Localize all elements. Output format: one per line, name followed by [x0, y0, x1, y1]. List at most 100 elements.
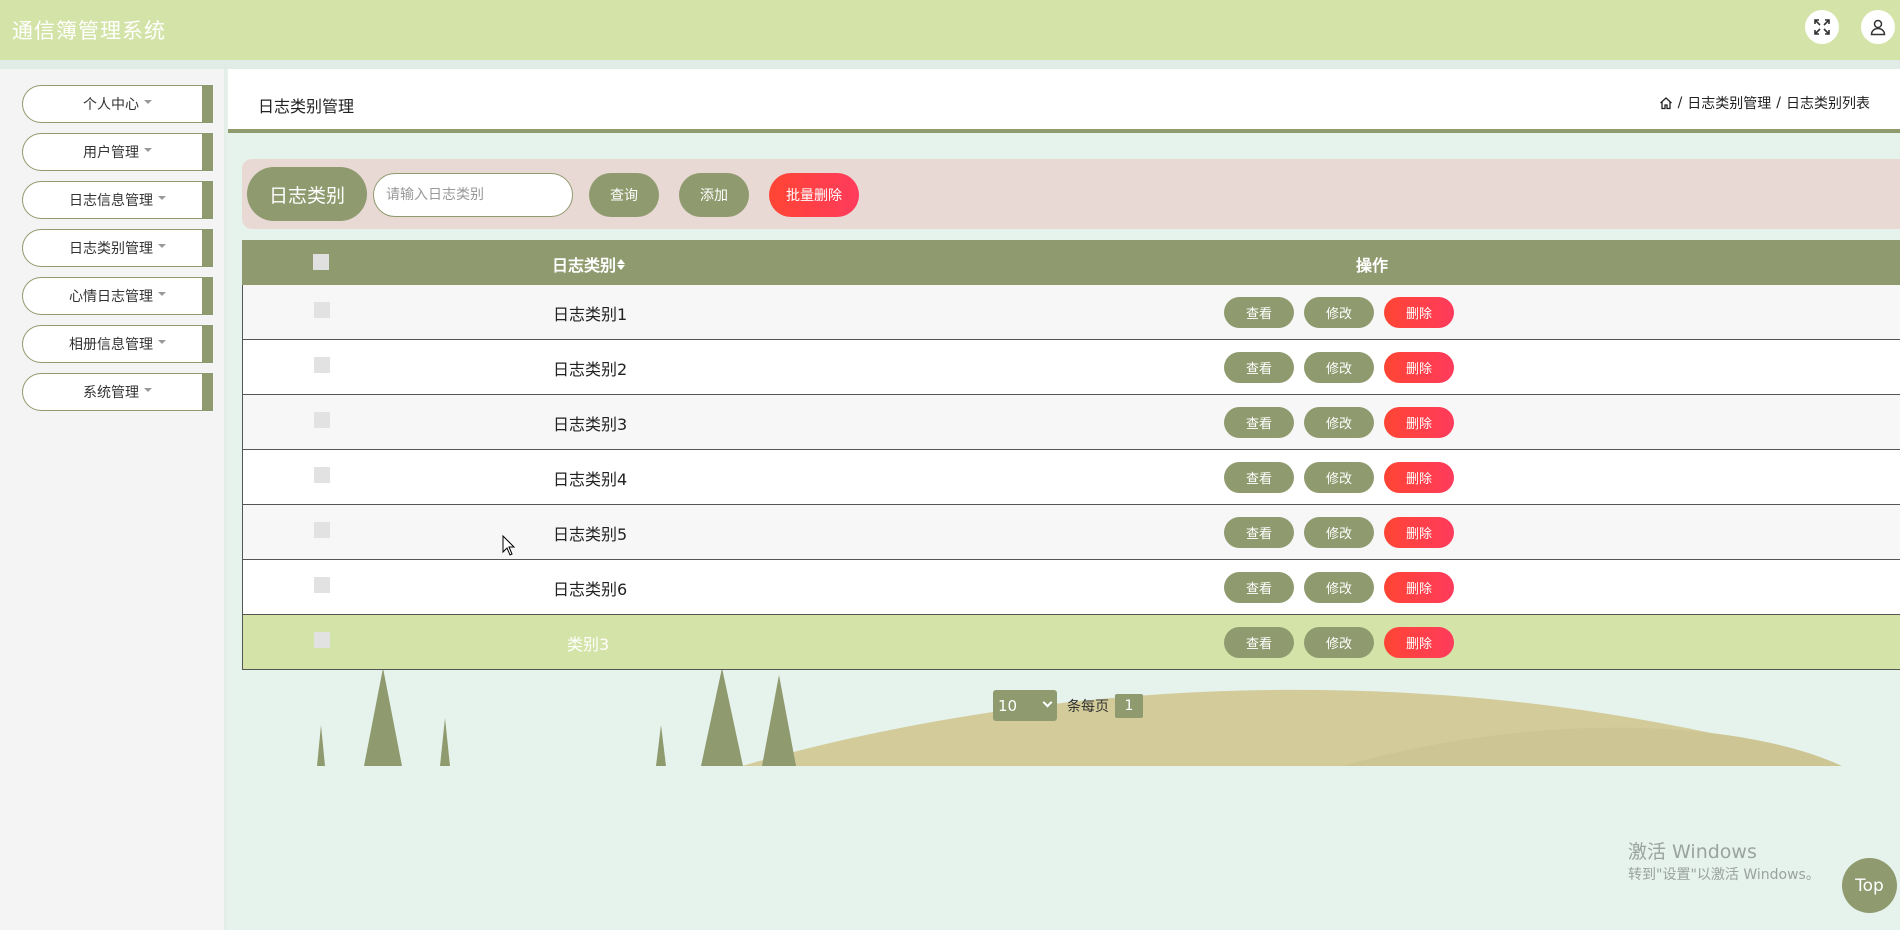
edit-button[interactable]: 修改: [1304, 572, 1374, 603]
delete-button[interactable]: 删除: [1384, 407, 1454, 438]
sidebar-item-log-category[interactable]: 日志类别管理: [22, 229, 213, 267]
caret-down-icon: [158, 244, 166, 248]
edit-button[interactable]: 修改: [1304, 627, 1374, 658]
sidebar-item-label: 日志信息管理: [69, 193, 153, 209]
category-name-cell: 日志类别4: [553, 470, 628, 489]
table-row: 日志类别4 查看 修改 删除: [242, 450, 1900, 505]
page-size-value: 10: [998, 696, 1018, 715]
delete-button[interactable]: 删除: [1384, 297, 1454, 328]
sidebar-item-log-info[interactable]: 日志信息管理: [22, 181, 213, 219]
add-button[interactable]: 添加: [679, 173, 749, 217]
search-label: 日志类别: [247, 167, 367, 221]
row-checkbox[interactable]: [314, 467, 330, 483]
query-button[interactable]: 查询: [589, 173, 659, 217]
delete-button[interactable]: 删除: [1384, 517, 1454, 548]
sort-icon[interactable]: [617, 258, 626, 270]
row-checkbox[interactable]: [314, 302, 330, 318]
user-icon: [1870, 19, 1886, 36]
view-button[interactable]: 查看: [1224, 572, 1294, 603]
view-button[interactable]: 查看: [1224, 462, 1294, 493]
batch-delete-button[interactable]: 批量删除: [769, 173, 859, 217]
per-page-label: 条每页: [1067, 698, 1109, 715]
user-button[interactable]: [1861, 10, 1895, 44]
view-button[interactable]: 查看: [1224, 407, 1294, 438]
page-header: 日志类别管理 / 日志类别管理 / 日志类别列表: [228, 69, 1900, 133]
edit-button[interactable]: 修改: [1304, 352, 1374, 383]
app-title: 通信簿管理系统: [12, 19, 166, 43]
caret-down-icon: [158, 340, 166, 344]
page-title: 日志类别管理: [258, 97, 355, 116]
page-size-select[interactable]: 10: [993, 690, 1057, 721]
caret-down-icon: [144, 388, 152, 392]
menu-accent-bar: [202, 85, 213, 123]
sidebar-item-label: 日志类别管理: [69, 241, 153, 257]
header-divider: [0, 60, 1900, 69]
search-bar: 日志类别 查询 添加 批量删除: [242, 159, 1900, 229]
menu-accent-bar: [202, 229, 213, 267]
caret-down-icon: [144, 100, 152, 104]
table-row: 类别3 查看 修改 删除: [242, 615, 1900, 670]
table-row: 日志类别1 查看 修改 删除: [242, 285, 1900, 340]
edit-button[interactable]: 修改: [1304, 297, 1374, 328]
back-to-top-button[interactable]: Top: [1842, 858, 1897, 913]
table-row: 日志类别3 查看 修改 删除: [242, 395, 1900, 450]
page-number-button[interactable]: 1: [1115, 693, 1143, 718]
view-button[interactable]: 查看: [1224, 352, 1294, 383]
pagination: 10 条每页 1: [993, 690, 1143, 721]
table-row: 日志类别5 查看 修改 删除: [242, 505, 1900, 560]
menu-accent-bar: [202, 133, 213, 171]
menu-accent-bar: [202, 373, 213, 411]
breadcrumb-item: 日志类别列表: [1786, 96, 1870, 112]
home-icon[interactable]: [1659, 96, 1673, 110]
delete-button[interactable]: 删除: [1384, 462, 1454, 493]
category-name-cell: 日志类别3: [553, 415, 628, 434]
column-header-name[interactable]: 日志类别: [552, 252, 626, 276]
table-row: 日志类别2 查看 修改 删除: [242, 340, 1900, 395]
expand-icon: [1814, 19, 1830, 35]
delete-button[interactable]: 删除: [1384, 572, 1454, 603]
sidebar-item-album-info[interactable]: 相册信息管理: [22, 325, 213, 363]
fullscreen-button[interactable]: [1805, 10, 1839, 44]
row-checkbox[interactable]: [314, 522, 330, 538]
breadcrumb-item[interactable]: 日志类别管理: [1687, 93, 1771, 113]
caret-down-icon: [158, 292, 166, 296]
category-name-cell: 日志类别1: [553, 305, 628, 324]
sidebar-item-label: 个人中心: [83, 97, 139, 113]
chevron-down-icon: [1042, 697, 1053, 708]
sidebar-item-label: 系统管理: [83, 385, 139, 401]
top-header: 通信簿管理系统: [0, 0, 1900, 60]
sidebar-item-personal-center[interactable]: 个人中心: [22, 85, 213, 123]
column-header-actions: 操作: [1355, 256, 1388, 275]
row-checkbox[interactable]: [314, 577, 330, 593]
mouse-cursor-icon: [502, 535, 516, 556]
column-header-label: 日志类别: [552, 256, 617, 275]
view-button[interactable]: 查看: [1224, 627, 1294, 658]
menu-accent-bar: [202, 277, 213, 315]
data-table: 日志类别 操作 日志类别1 查看 修改 删除 日志类别2 查看 修改 删除 日志…: [242, 240, 1900, 670]
sidebar-item-system[interactable]: 系统管理: [22, 373, 213, 411]
delete-button[interactable]: 删除: [1384, 627, 1454, 658]
row-checkbox[interactable]: [314, 357, 330, 373]
sidebar-item-label: 心情日志管理: [69, 289, 153, 305]
row-checkbox[interactable]: [314, 632, 330, 648]
activation-watermark-title: 激活 Windows: [1628, 841, 1757, 863]
breadcrumb-separator: /: [1677, 95, 1683, 111]
row-checkbox[interactable]: [314, 412, 330, 428]
category-name-cell: 日志类别6: [553, 580, 628, 599]
view-button[interactable]: 查看: [1224, 517, 1294, 548]
delete-button[interactable]: 删除: [1384, 352, 1454, 383]
edit-button[interactable]: 修改: [1304, 407, 1374, 438]
edit-button[interactable]: 修改: [1304, 517, 1374, 548]
category-name-cell: 日志类别2: [553, 360, 628, 379]
menu-accent-bar: [202, 181, 213, 219]
select-all-checkbox[interactable]: [313, 254, 329, 270]
breadcrumb-separator: /: [1776, 95, 1781, 111]
search-input[interactable]: [373, 173, 573, 217]
sidebar-item-user-management[interactable]: 用户管理: [22, 133, 213, 171]
sidebar-item-mood-log[interactable]: 心情日志管理: [22, 277, 213, 315]
category-name-cell: 日志类别5: [553, 525, 628, 544]
menu-accent-bar: [202, 325, 213, 363]
edit-button[interactable]: 修改: [1304, 462, 1374, 493]
sidebar: 个人中心 用户管理 日志信息管理 日志类别管理 心情日志管理 相册信息管理 系统…: [0, 69, 227, 930]
view-button[interactable]: 查看: [1224, 297, 1294, 328]
